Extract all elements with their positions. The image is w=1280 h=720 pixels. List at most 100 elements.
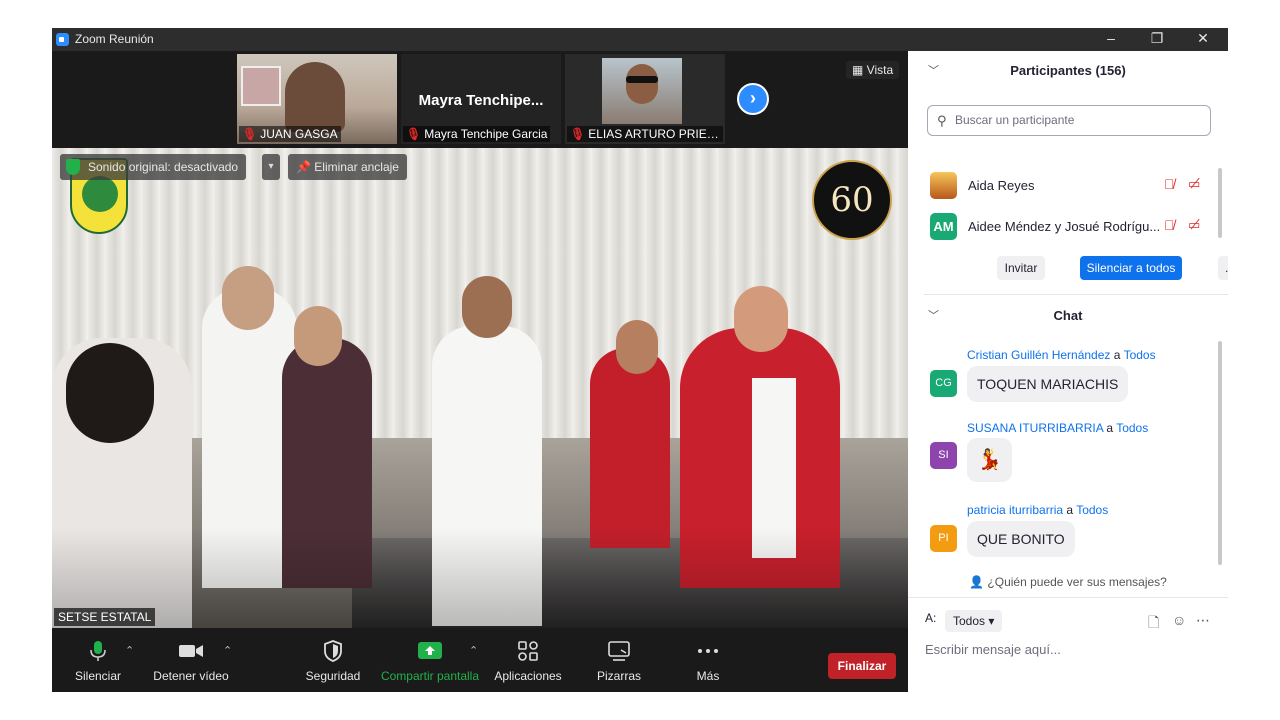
thumbnail-mayra-tenchipe[interactable]: Mayra Tenchipe... 🎙 Mayra Tenchipe Garcia <box>401 54 561 144</box>
title-bar: Zoom Reunión – ❐ ✕ <box>52 28 1228 51</box>
stop-video-button[interactable]: Detener vídeo <box>152 640 230 683</box>
avatar: SI <box>930 442 957 469</box>
sunglasses <box>626 76 658 83</box>
share-screen-button[interactable]: Compartir pantalla <box>378 640 482 683</box>
participant-row[interactable]: AM Aidee Méndez y Josué Rodrígu... 🎙̸ ▭̸ <box>908 207 1218 247</box>
section-divider <box>924 294 1228 295</box>
thumbnail-name: 🎙 JUAN GASGA <box>239 126 341 142</box>
picture-frame <box>241 66 281 106</box>
message-sender: patricia iturribarria a Todos <box>967 503 1109 517</box>
participant-name: Aida Reyes <box>968 178 1035 193</box>
avatar <box>930 172 957 199</box>
apps-button[interactable]: Aplicaciones <box>492 640 564 683</box>
participants-header[interactable]: ﹀ Participantes (156) <box>908 51 1228 91</box>
zoom-window: Zoom Reunión – ❐ ✕ 🎙 JUAN GASGA Mayra Ten… <box>52 28 1228 692</box>
muted-mic-icon[interactable]: 🎙̸ <box>1164 176 1175 192</box>
participant-face <box>285 62 345 132</box>
share-options-caret[interactable]: ⌃ <box>469 644 478 657</box>
muted-mic-icon: 🎙 <box>570 127 586 141</box>
participant-search-input[interactable]: ⚲ Buscar un participante <box>927 105 1211 136</box>
anniversary-60-logo: 60 <box>812 160 892 240</box>
person-head <box>734 286 788 352</box>
user-icon: 👤 <box>969 575 988 589</box>
original-sound-dropdown[interactable]: ▾ <box>262 154 280 180</box>
thumbnail-name: 🎙 Mayra Tenchipe Garcia <box>403 126 551 142</box>
chat-header[interactable]: ﹀ Chat <box>908 296 1228 336</box>
message-bubble: TOQUEN MARIACHIS <box>967 366 1129 402</box>
mute-all-button[interactable]: Silenciar a todos <box>1080 256 1182 280</box>
apps-icon <box>518 641 538 661</box>
side-panel: ﹀ Participantes (156) ⚲ Buscar un partic… <box>908 51 1228 692</box>
shield-icon <box>324 640 342 662</box>
end-meeting-button[interactable]: Finalizar <box>828 653 896 679</box>
main-video: 60 Sonido original: desactivado ▾ 📌 Elim… <box>52 148 908 628</box>
muted-mic-icon[interactable]: 🎙̸ <box>1164 217 1175 233</box>
participant-row[interactable]: Aida Reyes 🎙̸ ▭̸ <box>908 166 1218 206</box>
next-page-button[interactable]: › <box>737 83 769 115</box>
message-input[interactable]: Escribir mensaje aquí... <box>925 642 1061 657</box>
emoji-icon[interactable]: ☺ <box>1172 612 1186 628</box>
message-sender: Cristian Guillén Hernández a Todos <box>967 348 1156 362</box>
recipient-select[interactable]: Todos ▾ <box>945 610 1003 632</box>
video-off-icon[interactable]: ▭̸ <box>1188 217 1200 233</box>
chevron-down-icon[interactable]: ﹀ <box>928 51 939 91</box>
person-head <box>222 266 274 330</box>
person-hair <box>66 343 154 443</box>
avatar: CG <box>930 370 957 397</box>
chat-scrollbar[interactable] <box>1218 341 1222 565</box>
participant-video <box>602 58 682 124</box>
person-head <box>616 320 658 374</box>
message-sender: SUSANA ITURRIBARRIA a Todos <box>967 421 1149 435</box>
foreground-shade <box>52 528 908 628</box>
window-title: Zoom Reunión <box>75 32 154 46</box>
participant-face <box>626 64 658 104</box>
participant-name: Aidee Méndez y Josué Rodrígu... <box>968 219 1161 234</box>
microphone-icon <box>90 641 106 661</box>
video-options-caret[interactable]: ⌃ <box>223 644 232 657</box>
more-button[interactable]: Más <box>688 640 728 683</box>
zoom-app-icon <box>56 33 69 46</box>
video-camera-icon <box>179 645 203 657</box>
compose-divider <box>908 597 1228 598</box>
person-head <box>462 276 512 338</box>
person-head <box>294 306 342 366</box>
avatar: PI <box>930 525 957 552</box>
restore-button[interactable]: ❐ <box>1134 28 1180 51</box>
recipient-label: A: <box>925 611 937 625</box>
speaker-name-label: SETSE ESTATAL <box>54 608 156 626</box>
chevron-down-icon[interactable]: ﹀ <box>928 296 939 336</box>
minimize-button[interactable]: – <box>1088 28 1134 51</box>
whiteboards-button[interactable]: Pizarras <box>592 640 646 683</box>
file-icon[interactable]: 🗋 <box>1148 612 1159 636</box>
person-red-woman <box>590 348 670 548</box>
search-icon: ⚲ <box>937 113 947 128</box>
original-sound-button[interactable]: Sonido original: desactivado <box>60 154 247 180</box>
mute-button[interactable]: Silenciar <box>74 640 122 683</box>
more-icon <box>698 649 718 653</box>
thumbnail-elias-arturo[interactable]: 🎙 ELIAS ARTURO PRIET... <box>565 54 725 144</box>
muted-mic-icon: 🎙 <box>242 127 258 141</box>
close-button[interactable]: ✕ <box>1180 28 1226 51</box>
grid-icon: ▦ <box>852 63 867 77</box>
meeting-toolbar: Silenciar ⌃ Detener vídeo ⌃ Seguridad Co… <box>52 628 908 692</box>
pin-icon: 📌 <box>296 160 315 174</box>
logo-emblem <box>82 176 118 212</box>
participant-strip: 🎙 JUAN GASGA Mayra Tenchipe... 🎙 Mayra Ten… <box>52 51 908 148</box>
more-options-icon[interactable]: ⋯ <box>1196 612 1210 629</box>
share-screen-icon <box>418 642 442 659</box>
muted-mic-icon: 🎙 <box>406 127 422 141</box>
thumbnail-juan-gasga[interactable]: 🎙 JUAN GASGA <box>237 54 397 144</box>
security-button[interactable]: Seguridad <box>304 640 362 683</box>
who-can-see-link[interactable]: 👤 ¿Quién puede ver sus mensajes? <box>908 575 1228 589</box>
participants-more-button[interactable]: ... <box>1218 256 1228 280</box>
whiteboard-icon <box>608 641 630 661</box>
invite-button[interactable]: Invitar <box>997 256 1045 280</box>
view-button[interactable]: ▦ Vista <box>846 61 900 79</box>
video-off-icon[interactable]: ▭̸ <box>1188 176 1200 192</box>
avatar: AM <box>930 213 957 240</box>
unpin-button[interactable]: 📌 Eliminar anclaje <box>288 154 407 180</box>
participants-scrollbar[interactable] <box>1218 168 1222 238</box>
audio-options-caret[interactable]: ⌃ <box>125 644 134 657</box>
message-bubble: 💃 <box>967 438 1012 482</box>
security-shield-icon <box>66 159 80 175</box>
